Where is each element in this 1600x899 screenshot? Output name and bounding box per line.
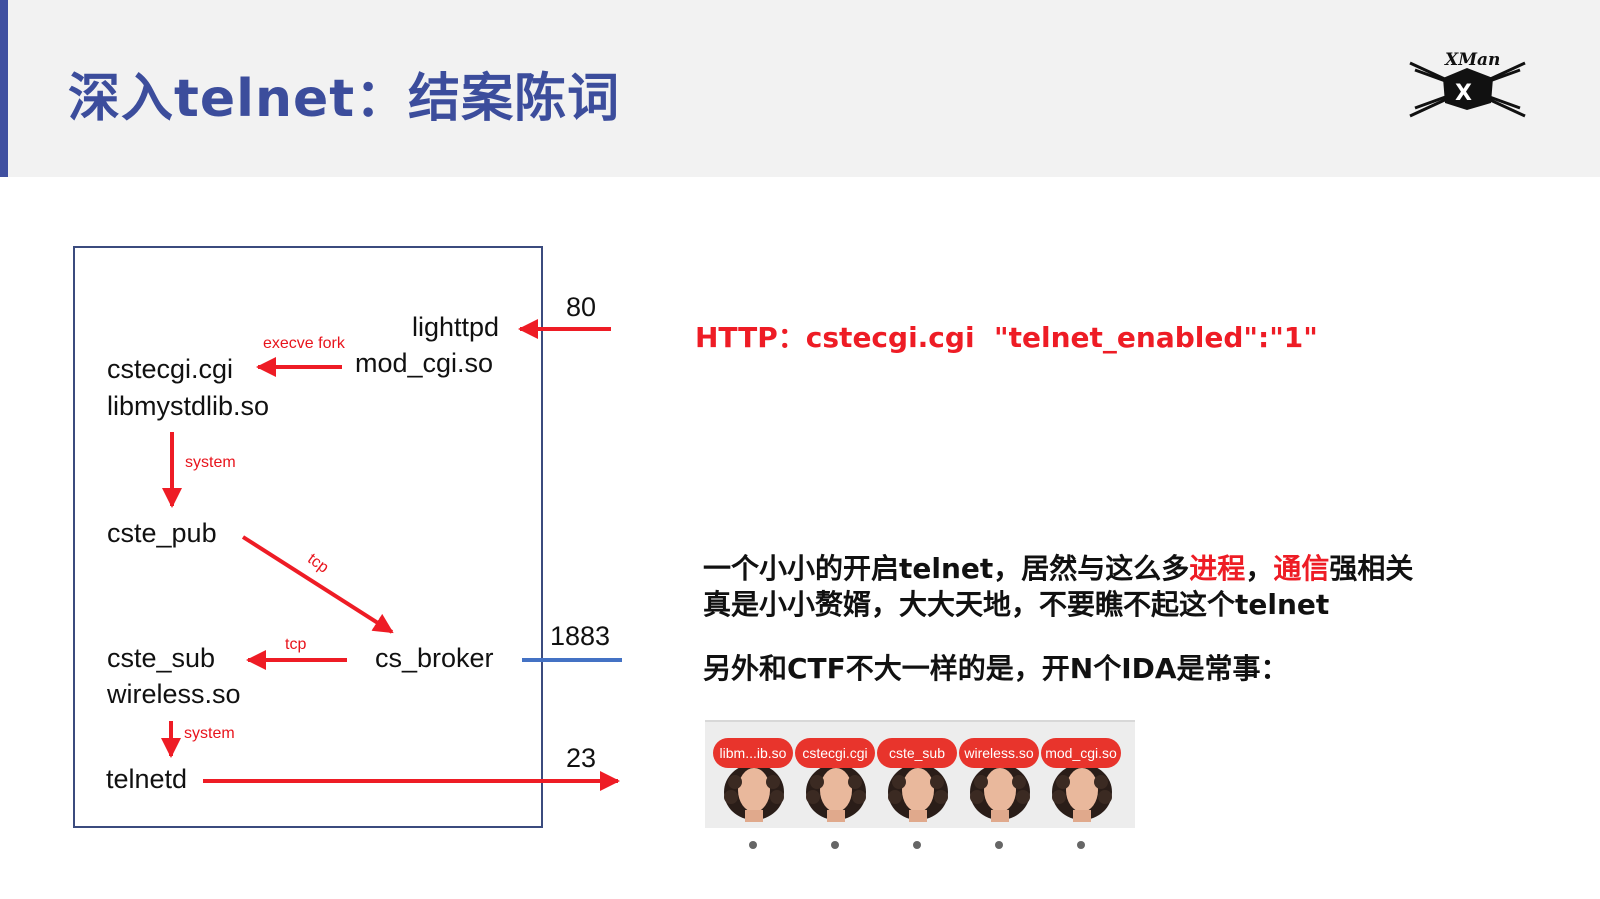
edge-label-execve-fork: execve fork — [263, 335, 345, 352]
ida-tab-label: cstecgi.cgi — [795, 738, 875, 768]
ida-tab[interactable]: cste_sub — [877, 738, 957, 849]
port-80: 80 — [566, 292, 597, 322]
note-line-2: 真是小小赘婿，大大天地，不要瞧不起这个telnet — [703, 588, 1330, 621]
ida-tab-running-dot — [749, 841, 757, 849]
node-cstecgi: cstecgi.cgi — [107, 354, 234, 384]
ida-dock-panel: libm...ib.so cstecgi.cgi cste_sub wirele… — [705, 720, 1135, 849]
note-line-1-b: 强相关 — [1329, 552, 1414, 585]
note-line-1-sep: ， — [1245, 552, 1274, 585]
http-request-note: HTTP：cstecgi.cgi "telnet_enabled":"1" — [695, 321, 1318, 354]
ida-tab-running-dot — [913, 841, 921, 849]
node-cste-pub: cste_pub — [107, 518, 217, 548]
edge-label-system-2: system — [184, 725, 235, 742]
node-cste-sub: cste_sub — [107, 643, 216, 673]
note-highlight-process: 进程 — [1189, 552, 1246, 585]
ida-tab-label: mod_cgi.so — [1041, 738, 1121, 768]
node-libmystdlib: libmystdlib.so — [107, 391, 270, 421]
note-line-3: 另外和CTF不大一样的是，开N个IDA是常事： — [703, 652, 1289, 685]
node-wireless: wireless.so — [107, 679, 241, 709]
ida-tab[interactable]: wireless.so — [959, 738, 1039, 849]
note-highlight-communication: 通信 — [1273, 552, 1330, 585]
ida-tab[interactable]: libm...ib.so — [713, 738, 793, 849]
node-cs-broker: cs_broker — [375, 643, 494, 673]
ida-tab-label: libm...ib.so — [713, 738, 793, 768]
node-mod-cgi: mod_cgi.so — [355, 348, 494, 378]
node-lighttpd: lighttpd — [412, 312, 500, 342]
port-1883: 1883 — [550, 621, 611, 651]
ida-tab-running-dot — [831, 841, 839, 849]
ida-tab-running-dot — [995, 841, 1003, 849]
node-telnetd: telnetd — [106, 764, 188, 794]
port-23: 23 — [566, 743, 597, 773]
ida-tab[interactable]: cstecgi.cgi — [795, 738, 875, 849]
ida-tab-running-dot — [1077, 841, 1085, 849]
svg-text:X: X — [1455, 81, 1472, 106]
logo-text: XMan — [1444, 50, 1500, 70]
slide-header: 深入telnet：结案陈词 X XMan — [0, 0, 1600, 177]
note-line-1: 一个小小的开启telnet，居然与这么多进程，通信强相关 — [703, 552, 1413, 586]
xman-logo-icon: X XMan — [1409, 50, 1526, 118]
ida-tab[interactable]: mod_cgi.so — [1041, 738, 1121, 849]
ida-tab-label: wireless.so — [959, 738, 1039, 768]
note-line-1-a: 一个小小的开启telnet，居然与这么多 — [703, 552, 1190, 585]
edge-label-tcp-2: tcp — [285, 636, 307, 653]
ida-tab-label: cste_sub — [877, 738, 957, 768]
header-accent-bar — [0, 0, 8, 177]
slide-title: 深入telnet：结案陈词 — [68, 69, 621, 129]
edge-label-system-1: system — [185, 454, 236, 471]
